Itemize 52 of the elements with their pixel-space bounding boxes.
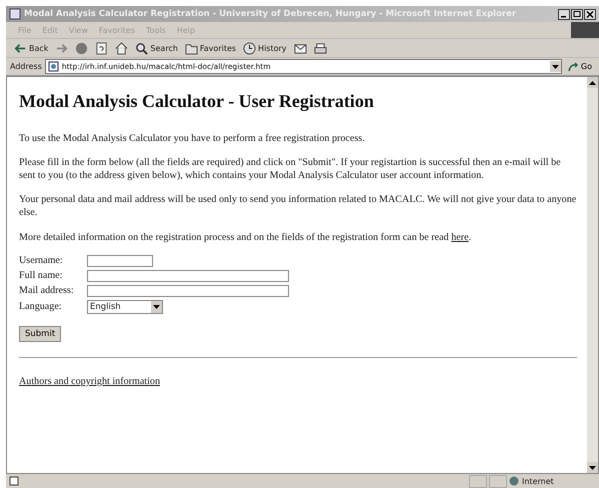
input-field[interactable]	[87, 254, 153, 267]
toolbar-button[interactable]: Search	[133, 42, 180, 54]
page-icon	[9, 8, 21, 20]
field-label: Full name:	[19, 270, 64, 282]
right-arrow-icon	[55, 42, 68, 54]
down-arrow-icon[interactable]	[589, 466, 596, 470]
paragraph: Your personal data and mail address will be used only to send you information related to MACALC. We will not give your data to anyone else.	[19, 193, 577, 220]
field-label: Username:	[19, 255, 64, 266]
search-icon	[135, 42, 148, 54]
zone-indicator: Internet	[509, 476, 599, 486]
clock-icon	[243, 42, 256, 54]
paragraph: To use the Modal Analysis Calculator you have to perform a free registration process.	[19, 132, 366, 146]
input-field[interactable]	[87, 270, 289, 282]
page-icon	[9, 476, 19, 486]
toolbar-button[interactable]: Favorites	[182, 42, 238, 54]
mail-icon	[294, 42, 307, 54]
toolbar-button[interactable]	[113, 42, 130, 54]
curved-arrow-icon	[568, 62, 579, 72]
address-label: Address	[10, 62, 42, 71]
page-icon	[48, 61, 59, 72]
input-field[interactable]	[87, 284, 289, 297]
minimize-icon[interactable]	[558, 8, 570, 20]
field-label: Mail address:	[19, 285, 75, 296]
toolbar-button[interactable]: Back	[12, 42, 50, 54]
here-link[interactable]: here	[451, 232, 469, 243]
close-icon[interactable]	[584, 8, 596, 20]
language-dropdown[interactable]: English	[87, 300, 163, 314]
status-panel	[489, 474, 507, 488]
scrollbar[interactable]	[587, 77, 598, 473]
home-icon	[115, 42, 128, 54]
go-button[interactable]: Go	[564, 62, 595, 72]
dropdown-arrow-icon	[153, 304, 160, 309]
browser-logo	[571, 22, 599, 38]
status-panel	[469, 474, 487, 488]
authors-link[interactable]: Authors and copyright information	[19, 376, 160, 387]
toolbar-button[interactable]: History	[241, 42, 289, 54]
paragraph: Please fill in the form below (all the fields are required) and click on "Submit". If your registartion is successful then an e-mail will be sent to you (to the address given below), which contains your Modal Analysis Calculator user account information.	[19, 156, 562, 182]
maximize-icon[interactable]	[571, 8, 583, 20]
paragraph: More detailed information on the registration process and on the fields of the registration form can be read here.	[19, 230, 472, 244]
stop-icon	[75, 42, 88, 54]
toolbar-button[interactable]	[312, 42, 329, 54]
refresh-icon	[95, 42, 108, 54]
globe-icon	[509, 476, 519, 486]
page-heading: Modal Analysis Calculator - User Registration	[19, 91, 375, 112]
left-arrow-icon	[14, 42, 27, 54]
folder-icon	[184, 42, 198, 54]
dropdown-arrow-icon[interactable]	[552, 64, 559, 68]
toolbar-button[interactable]	[292, 42, 309, 54]
submit-button[interactable]: Submit	[19, 326, 62, 342]
printer-icon	[314, 42, 327, 54]
up-arrow-icon[interactable]	[589, 80, 596, 84]
field-label: Language:	[19, 301, 63, 312]
